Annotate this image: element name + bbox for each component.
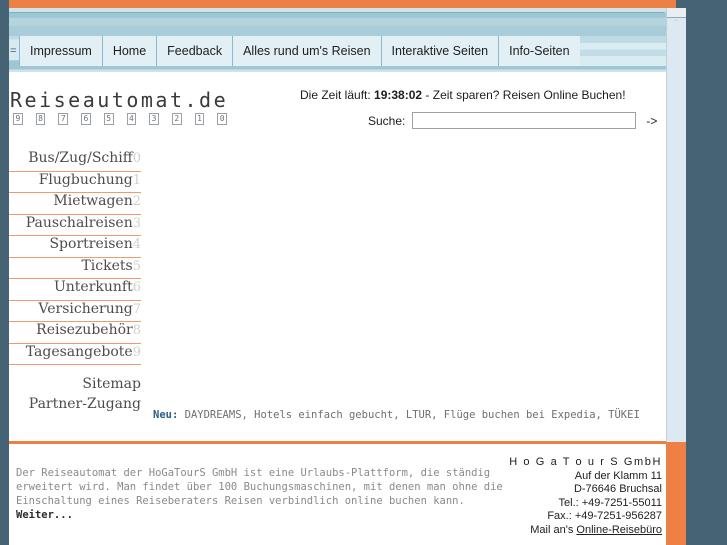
sidebar-item-label: Mietwagen [53, 193, 133, 209]
sidebar-item-number: 4 [132, 237, 141, 252]
footer-fax: Fax.: +49-7251-956287 [547, 510, 662, 522]
scrollbar-thumb-grip[interactable]: ▫▫ [667, 18, 686, 24]
nav-item-label: Home [112, 44, 147, 58]
footer-city: D-76646 Bruchsal [573, 483, 662, 495]
top-orange-bar [9, 0, 676, 8]
digit-shortcut-row: 9 8 7 6 5 4 3 2 1 0 [13, 113, 240, 125]
clock-prefix: Die Zeit läuft: [300, 88, 375, 102]
search-label: Suche: [368, 113, 406, 128]
sidebar-item-unterkunft[interactable]: Unterkunft 6 [9, 279, 141, 301]
sidebar-item-flugbuchung[interactable]: Flugbuchung 1 [9, 171, 141, 193]
digit-shortcut-8[interactable]: 8 [35, 113, 46, 125]
digit-shortcut-0[interactable]: 0 [217, 113, 228, 125]
sidebar-item-versicherung[interactable]: Versicherung 7 [9, 300, 141, 322]
digit-shortcut-1[interactable]: 1 [194, 113, 205, 125]
news-prefix: Neu: [153, 409, 179, 421]
clock-suffix: - Zeit sparen? Reisen Online Buchen! [422, 88, 626, 102]
main-navigation: = Impressum Home Feedback Alles rund um'… [9, 36, 676, 66]
nav-stub: = [9, 36, 19, 66]
footer-phone: Tel.: +49-7251-55011 [558, 496, 662, 509]
footer-mail-link[interactable]: Online-Reisebüro [576, 524, 662, 536]
nav-stub-label: = [10, 45, 17, 57]
sidebar-item-bus-zug-schiff[interactable]: Bus/Zug/Schiff 0 [9, 150, 141, 172]
digit-shortcut-2[interactable]: 2 [171, 113, 182, 125]
sidebar-item-label: Flugbuchung [38, 171, 133, 188]
sidebar-item-label: Reisezubehör [36, 322, 133, 338]
sidebar-item-number: 7 [132, 301, 141, 317]
sidebar-item-label: Tagesangebote [25, 343, 133, 360]
clock-tagline: Die Zeit läuft: 19:38:02 - Zeit sparen? … [300, 88, 626, 102]
sidebar-item-number: 6 [132, 280, 141, 295]
sidebar-secondary-links: Sitemap Partner-Zugang [9, 374, 141, 414]
footer-more-link[interactable]: Weiter... [16, 509, 73, 521]
sidebar-item-tagesangebote[interactable]: Tagesangebote 9 [9, 343, 141, 365]
category-sidebar: Bus/Zug/Schiff 0 Flugbuchung 1 Mietwagen… [9, 150, 141, 365]
vertical-scrollbar[interactable]: ▫▫ [666, 8, 686, 442]
search-area: Suche: -> [368, 112, 657, 129]
digit-shortcut-6[interactable]: 6 [81, 113, 91, 125]
footer-description: Der Reiseautomat der HoGaTourS GmbH ist … [16, 466, 506, 522]
footer-mail-prefix: Mail an's [530, 523, 577, 536]
site-logo[interactable]: Reiseautomat.de 9 8 7 6 5 4 3 2 1 0 [10, 88, 240, 125]
clock-value: 19:38:02 [374, 88, 423, 102]
digit-shortcut-9[interactable]: 9 [13, 113, 23, 125]
nav-item-feedback[interactable]: Feedback [156, 36, 234, 66]
sidebar-item-tickets[interactable]: Tickets 5 [9, 257, 141, 279]
sidebar-item-number: 2 [132, 194, 141, 209]
sidebar-item-number: 8 [132, 323, 141, 338]
nav-item-interaktive-seiten[interactable]: Interaktive Seiten [380, 36, 500, 66]
sidebar-item-label: Tickets [81, 257, 133, 274]
digit-shortcut-4[interactable]: 4 [126, 113, 137, 125]
search-input[interactable] [412, 112, 637, 129]
sidebar-item-label: Unterkunft [53, 279, 133, 295]
window-frame-right [686, 0, 727, 545]
sidebar-link-partner-zugang[interactable]: Partner-Zugang [9, 394, 141, 414]
sidebar-item-number: 3 [132, 215, 141, 231]
window-frame-left [0, 0, 9, 545]
digit-shortcut-3[interactable]: 3 [149, 113, 159, 125]
sidebar-item-label: Pauschalreisen [25, 214, 133, 231]
sidebar-item-number: 5 [132, 258, 141, 274]
nav-item-label: Interaktive Seiten [391, 44, 489, 58]
scrollbar-orange-track [666, 442, 686, 545]
sidebar-item-label: Sportreisen [49, 236, 133, 252]
sidebar-item-number: 1 [132, 172, 141, 188]
sidebar-link-sitemap[interactable]: Sitemap [9, 374, 141, 394]
site-logo-text: Reiseautomat.de [10, 88, 229, 112]
nav-filler [579, 36, 676, 66]
footer-contact: H o G a T o u r S GmbH Auf der Klamm 11 … [466, 456, 662, 537]
nav-item-label: Alles rund um's Reisen [243, 44, 371, 58]
footer-mail-row: Mail an's Online-Reisebüro [466, 524, 662, 538]
nav-item-home[interactable]: Home [101, 36, 158, 66]
sidebar-item-number: 9 [132, 344, 141, 360]
sidebar-item-reisezubehoer[interactable]: Reisezubehör 8 [9, 322, 141, 344]
sidebar-item-label: Bus/Zug/Schiff [28, 150, 133, 166]
nav-item-alles-rund-ums-reisen[interactable]: Alles rund um's Reisen [232, 36, 382, 66]
footer-street: Auf der Klamm 11 [574, 469, 662, 482]
browser-page: = Impressum Home Feedback Alles rund um'… [0, 0, 727, 545]
sidebar-item-sportreisen[interactable]: Sportreisen 4 [9, 236, 141, 258]
digit-shortcut-7[interactable]: 7 [58, 113, 69, 125]
nav-item-info-seiten[interactable]: Info-Seiten [498, 36, 581, 66]
footer-description-text: Der Reiseautomat der HoGaTourS GmbH ist … [16, 467, 503, 507]
sidebar-item-pauschalreisen[interactable]: Pauschalreisen 3 [9, 214, 141, 236]
sidebar-item-number: 0 [132, 151, 141, 166]
sidebar-item-label: Versicherung [38, 300, 133, 317]
nav-item-label: Impressum [30, 44, 92, 58]
news-text[interactable]: DAYDREAMS, Hotels einfach gebucht, LTUR,… [178, 409, 640, 421]
nav-item-label: Feedback [167, 44, 223, 58]
nav-item-impressum[interactable]: Impressum [19, 36, 103, 66]
scrollbar-up-button[interactable] [667, 8, 686, 18]
sidebar-item-mietwagen[interactable]: Mietwagen 2 [9, 193, 141, 215]
search-submit-arrow[interactable]: -> [646, 114, 657, 128]
news-ticker: Neu: DAYDREAMS, Hotels einfach gebucht, … [153, 408, 663, 422]
footer-company-name: H o G a T o u r S GmbH [509, 456, 662, 468]
nav-item-label: Info-Seiten [509, 44, 570, 58]
header-band-line [9, 12, 664, 13]
footer-divider [9, 441, 666, 444]
digit-shortcut-5[interactable]: 5 [103, 113, 114, 125]
